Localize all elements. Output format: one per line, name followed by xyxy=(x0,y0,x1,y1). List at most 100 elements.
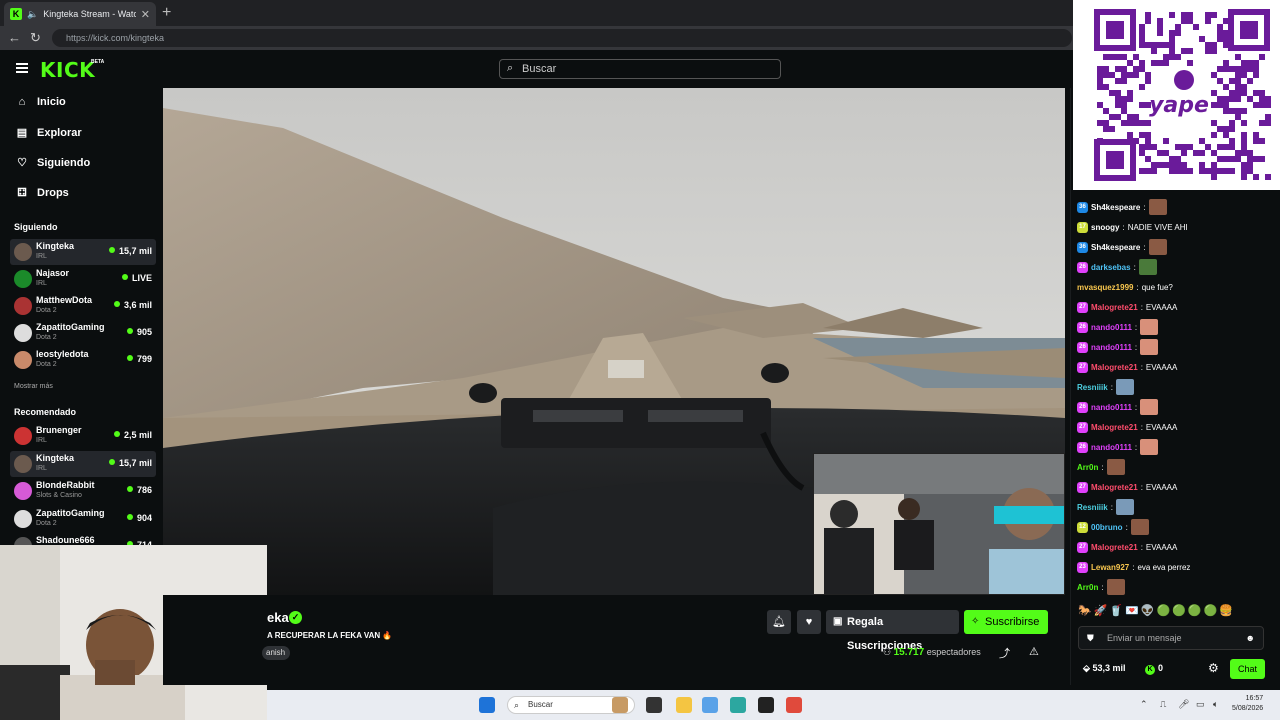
nav-inicio[interactable]: ⌂ Inicio xyxy=(16,96,66,108)
chat-send-button[interactable]: Chat xyxy=(1230,659,1265,679)
task-view-icon[interactable] xyxy=(646,697,662,713)
chat-username[interactable]: nando0111 xyxy=(1091,443,1132,452)
sub-badge-icon[interactable]: 26 xyxy=(1077,401,1088,413)
qr-module xyxy=(1139,30,1145,36)
sub-badge-icon[interactable]: 26 xyxy=(1077,261,1088,273)
sidebar-channel-blonderabbit[interactable]: BlondeRabbit Slots & Casino 786 xyxy=(10,478,156,504)
chat-username[interactable]: Sh4kespeare xyxy=(1091,203,1140,212)
sub-badge-icon[interactable]: 26 xyxy=(1077,441,1088,453)
chat-username[interactable]: Malogrete21 xyxy=(1091,303,1138,312)
sub-badge-icon[interactable]: 17 xyxy=(1077,221,1088,233)
chat-username[interactable]: Malogrete21 xyxy=(1091,543,1138,552)
sidebar-channel-matthewdota[interactable]: MatthewDota Dota 2 3,6 mil xyxy=(10,293,156,319)
show-more-link[interactable]: Mostrar más xyxy=(14,383,53,390)
nav-drops[interactable]: ⚃ Drops xyxy=(16,186,69,200)
chat-input[interactable]: ⛊ Enviar un mensaje ☻ xyxy=(1078,626,1264,650)
chat-separator: : xyxy=(1140,422,1143,432)
volume-icon[interactable]: 🔈︎ xyxy=(1213,699,1218,710)
back-arrow-icon[interactable]: ← xyxy=(8,30,21,45)
emote-icon[interactable]: 🥤 xyxy=(1109,605,1125,617)
chat-username[interactable]: Arr0n xyxy=(1077,583,1098,592)
notification-bell-button[interactable]: 🔔︎ xyxy=(767,610,791,634)
emote-icon[interactable]: 🍔 xyxy=(1219,605,1235,617)
chat-username[interactable]: Malogrete21 xyxy=(1091,423,1138,432)
emote-icon[interactable]: 🟢 xyxy=(1172,605,1188,617)
kick-logo[interactable]: KICK xyxy=(40,58,95,82)
sub-badge-icon[interactable]: 26 xyxy=(1077,341,1088,353)
chat-username[interactable]: Resniiik xyxy=(1077,383,1108,392)
chat-username[interactable]: Resniiik xyxy=(1077,503,1108,512)
reload-icon[interactable]: ↻ xyxy=(30,30,41,46)
url-field[interactable]: https://kick.com/kingteka xyxy=(52,29,1072,47)
chat-username[interactable]: Lewan927 xyxy=(1091,563,1129,572)
nav-siguiendo[interactable]: ♡ Siguiendo xyxy=(16,156,90,170)
sub-badge-icon[interactable]: 23 xyxy=(1077,561,1088,573)
windows-start-icon[interactable] xyxy=(479,697,495,713)
emote-icon[interactable]: 👽 xyxy=(1141,605,1157,617)
sidebar-channel-kingteka-rec[interactable]: Kingteka IRL 15,7 mil xyxy=(10,451,156,477)
sub-badge-icon[interactable]: 27 xyxy=(1077,481,1088,493)
sub-badge-icon[interactable]: 26 xyxy=(1077,321,1088,333)
edge-icon[interactable] xyxy=(730,697,746,713)
sub-badge-icon[interactable]: 36 xyxy=(1077,201,1088,213)
chat-username[interactable]: Arr0n xyxy=(1077,463,1098,472)
channel-name-title[interactable]: eka xyxy=(267,610,289,625)
emoji-picker-icon[interactable]: ☻ xyxy=(1246,627,1255,649)
emote-icon[interactable]: 🐎 xyxy=(1078,605,1094,617)
channel-points[interactable]: ⬙ 53,3 mil xyxy=(1083,663,1125,674)
obs-icon[interactable] xyxy=(758,697,774,713)
sub-badge-icon[interactable]: 27 xyxy=(1077,421,1088,433)
search-input[interactable]: Buscar xyxy=(499,59,781,79)
sidebar-channel-leostyledota[interactable]: leostyledota Dota 2 799 xyxy=(10,347,156,373)
chat-username[interactable]: darksebas xyxy=(1091,263,1131,272)
chat-username[interactable]: Sh4kespeare xyxy=(1091,243,1140,252)
emote-icon[interactable]: 💌 xyxy=(1125,605,1141,617)
emote-icon[interactable]: 🟢 xyxy=(1157,605,1173,617)
gift-subs-button[interactable]: ▣ Regala Suscripciones xyxy=(826,610,959,652)
browser-tab[interactable]: K 🔈 Kingteka Stream - Watch Live ✕ xyxy=(4,2,156,26)
sub-badge-icon[interactable]: 36 xyxy=(1077,241,1088,253)
chat-username[interactable]: nando0111 xyxy=(1091,403,1132,412)
copilot-icon[interactable] xyxy=(702,697,718,713)
emote-icon[interactable]: 🚀 xyxy=(1094,605,1110,617)
network-icon[interactable]: ▭ xyxy=(1196,699,1205,710)
tray-chevron-icon[interactable]: ⌃ xyxy=(1140,699,1148,710)
sidebar-channel-najasor[interactable]: Najasor IRL LIVE xyxy=(10,266,156,292)
chat-username[interactable]: nando0111 xyxy=(1091,343,1132,352)
sidebar-channel-zapatitogaming-rec[interactable]: ZapatitoGaming Dota 2 904 xyxy=(10,506,156,532)
sidebar-channel-kingteka[interactable]: Kingteka IRL 15,7 mil xyxy=(10,239,156,265)
share-icon[interactable]: ⤴ xyxy=(999,645,1010,661)
emote-icon[interactable]: 🟢 xyxy=(1188,605,1204,617)
file-explorer-icon[interactable] xyxy=(676,697,692,713)
nav-explorar[interactable]: ▤ Explorar xyxy=(16,126,82,140)
gear-icon[interactable]: ⚙ xyxy=(1208,661,1219,675)
taskbar-clock[interactable]: 16:57 5/08/2026 xyxy=(1232,694,1263,714)
speaker-icon[interactable]: 🔈 xyxy=(27,9,38,20)
sub-badge-icon[interactable]: 27 xyxy=(1077,361,1088,373)
widgets-icon[interactable] xyxy=(612,697,628,713)
menu-icon[interactable] xyxy=(16,63,28,73)
chat-username[interactable]: Malogrete21 xyxy=(1091,363,1138,372)
sub-badge-icon[interactable]: 12 xyxy=(1077,521,1088,533)
chat-username[interactable]: mvasquez1999 xyxy=(1077,283,1133,292)
report-icon[interactable]: ⚠ xyxy=(1029,645,1039,658)
emote-bar[interactable]: 🐎🚀🥤💌👽🟢🟢🟢🟢🍔 xyxy=(1078,604,1235,617)
subscribe-button[interactable]: ✧ Suscribirse xyxy=(964,610,1048,634)
mic-icon[interactable]: 🎤︎ xyxy=(1178,699,1189,710)
chat-username[interactable]: nando0111 xyxy=(1091,323,1132,332)
chat-username[interactable]: snoogy xyxy=(1091,223,1119,232)
sidebar-channel-brunenger[interactable]: Brunenger IRL 2,5 mil xyxy=(10,423,156,449)
new-tab-button[interactable]: + xyxy=(162,4,171,22)
chat-username[interactable]: Malogrete21 xyxy=(1091,483,1138,492)
chrome-icon[interactable] xyxy=(786,697,802,713)
chat-username[interactable]: 00bruno xyxy=(1091,523,1123,532)
language-tag[interactable]: anish xyxy=(262,646,290,660)
sub-badge-icon[interactable]: 27 xyxy=(1077,301,1088,313)
tab-close-icon[interactable]: ✕ xyxy=(141,8,150,21)
usb-icon[interactable]: ⎍ xyxy=(1160,699,1166,710)
sub-badge-icon[interactable]: 27 xyxy=(1077,541,1088,553)
emote-icon[interactable]: 🟢 xyxy=(1204,605,1220,617)
kick-points[interactable]: K0 xyxy=(1145,663,1163,675)
follow-button[interactable]: ♥ xyxy=(797,610,821,634)
sidebar-channel-zapatitogaming[interactable]: ZapatitoGaming Dota 2 905 xyxy=(10,320,156,346)
